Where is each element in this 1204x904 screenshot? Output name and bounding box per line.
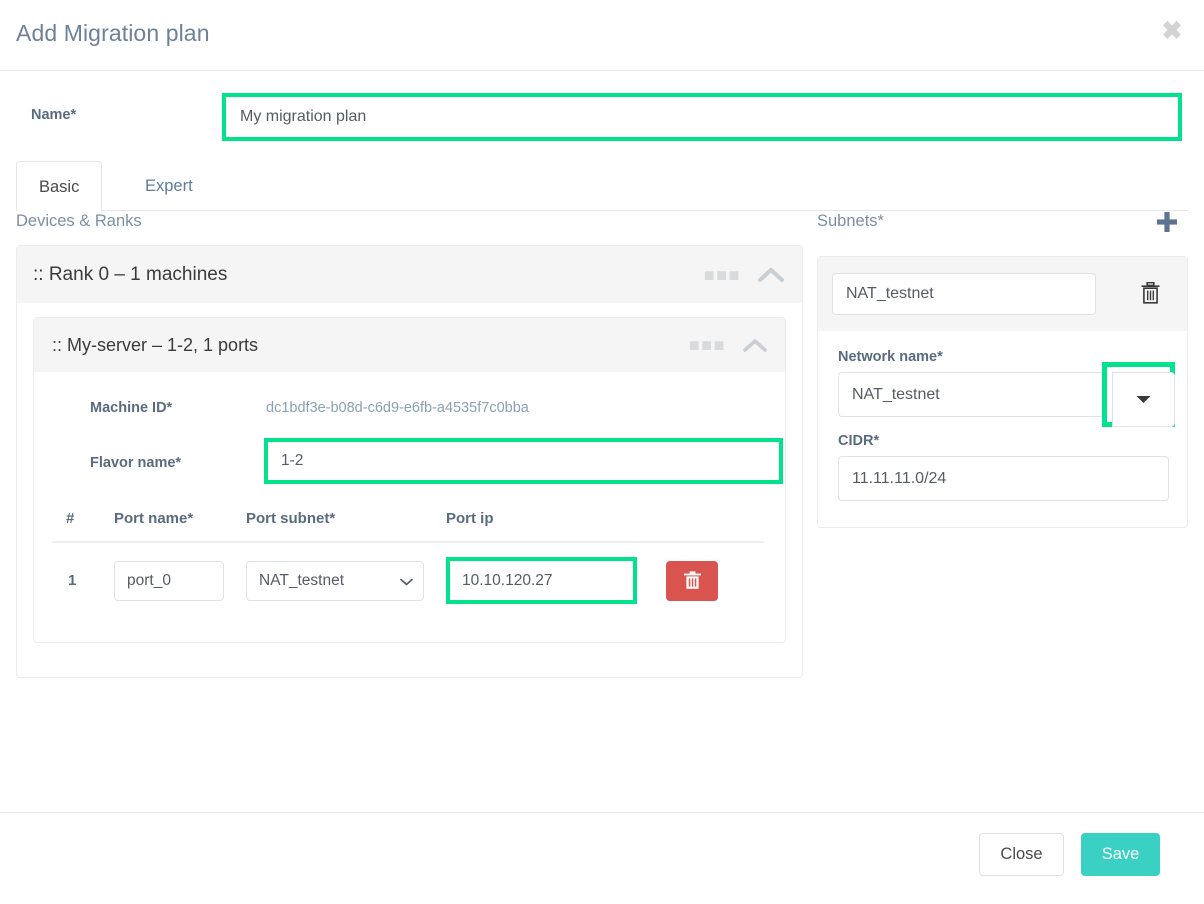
- trash-icon: [683, 571, 701, 589]
- subnet-name-input[interactable]: [832, 273, 1096, 315]
- flavor-field-highlight: [264, 438, 783, 484]
- network-name-dropdown-button[interactable]: [1112, 372, 1175, 427]
- subnets-header: Subnets*: [817, 212, 1188, 242]
- flavor-name-input[interactable]: [268, 442, 779, 480]
- modal-header: Add Migration plan ✖: [0, 0, 1204, 71]
- name-field-highlight: [222, 93, 1182, 141]
- subnets-panel: Subnets* NAT_testnet Network name* NAT_t…: [817, 212, 1188, 528]
- chevron-up-icon[interactable]: [758, 267, 784, 283]
- col-header-index: #: [52, 510, 114, 543]
- server-card-header[interactable]: :: My-server – 1-2, 1 ports ■■■: [34, 318, 785, 372]
- network-name-input[interactable]: [838, 372, 1106, 417]
- table-row: 1 NAT_testnet: [52, 542, 764, 616]
- cell-actions: [646, 542, 764, 616]
- tab-basic[interactable]: Basic: [16, 161, 103, 212]
- col-header-port-subnet: Port subnet*: [246, 510, 446, 543]
- port-ip-input[interactable]: [450, 561, 633, 600]
- subnet-card-header: [818, 257, 1187, 331]
- rank-card-header[interactable]: :: Rank 0 – 1 machines ■■■: [17, 246, 802, 303]
- col-header-port-ip: Port ip: [446, 510, 646, 543]
- port-ip-highlight: [446, 557, 637, 604]
- caret-down-icon: [1136, 396, 1151, 403]
- tab-expert[interactable]: Expert: [123, 161, 215, 212]
- machine-id-label: Machine ID*: [90, 400, 173, 416]
- save-button[interactable]: Save: [1081, 833, 1160, 876]
- delete-subnet-button[interactable]: [1141, 281, 1160, 305]
- rank-card: :: Rank 0 – 1 machines ■■■ :: My-server …: [16, 245, 803, 678]
- trash-icon: [1141, 281, 1160, 304]
- name-label: Name*: [31, 107, 77, 123]
- add-subnet-button[interactable]: [1154, 209, 1180, 235]
- server-card: :: My-server – 1-2, 1 ports ■■■ Machine …: [33, 317, 786, 643]
- server-title: :: My-server – 1-2, 1 ports: [52, 334, 259, 355]
- row-index: 1: [68, 572, 77, 589]
- network-dropdown-highlight: [1102, 362, 1175, 427]
- cell-port-subnet: NAT_testnet: [246, 542, 446, 616]
- cell-port-ip: [446, 542, 646, 616]
- machine-id-value: dc1bdf3e-b08d-c6d9-e6fb-a4535f7c0bba: [266, 400, 529, 416]
- machine-id-row: Machine ID* dc1bdf3e-b08d-c6d9-e6fb-a453…: [52, 392, 767, 430]
- col-header-actions: [646, 510, 764, 543]
- cell-port-name: [114, 542, 246, 616]
- delete-port-button[interactable]: [666, 560, 718, 601]
- devices-ranks-title: Devices & Ranks: [16, 212, 142, 230]
- network-name-input-group: [838, 362, 1175, 427]
- tab-bar: Basic Expert: [16, 161, 1188, 212]
- flavor-name-label: Flavor name*: [90, 455, 182, 471]
- name-input[interactable]: [226, 97, 1178, 137]
- subnets-title: Subnets*: [817, 212, 884, 230]
- flavor-name-row: Flavor name*: [52, 438, 783, 488]
- cidr-input[interactable]: [838, 456, 1169, 501]
- add-migration-plan-modal: Add Migration plan ✖ Name* Basic Expert …: [0, 0, 1204, 904]
- subnet-card: Network name* CIDR*: [817, 256, 1188, 528]
- ellipsis-icon[interactable]: ■■■: [689, 336, 726, 354]
- port-subnet-select[interactable]: NAT_testnet: [246, 560, 424, 601]
- plus-icon: [1157, 212, 1177, 232]
- devices-ranks-panel: Devices & Ranks :: Rank 0 – 1 machines ■…: [16, 212, 803, 678]
- ports-table: # Port name* Port subnet* Port ip 1 port…: [52, 510, 764, 616]
- page-title: Add Migration plan: [16, 20, 210, 46]
- ports-table-header-row: # Port name* Port subnet* Port ip: [52, 510, 764, 543]
- ellipsis-icon[interactable]: ■■■: [704, 266, 741, 284]
- col-header-port-name: Port name*: [114, 510, 246, 543]
- modal-body: Devices & Ranks :: Rank 0 – 1 machines ■…: [0, 212, 1204, 812]
- rank-title: :: Rank 0 – 1 machines: [33, 263, 228, 285]
- close-x-icon[interactable]: ✖: [1159, 18, 1185, 44]
- modal-footer: Close Save: [0, 812, 1204, 904]
- port-name-input[interactable]: [114, 560, 224, 601]
- cidr-label: CIDR*: [838, 433, 880, 449]
- close-button[interactable]: Close: [979, 833, 1064, 876]
- chevron-up-icon[interactable]: [743, 338, 767, 353]
